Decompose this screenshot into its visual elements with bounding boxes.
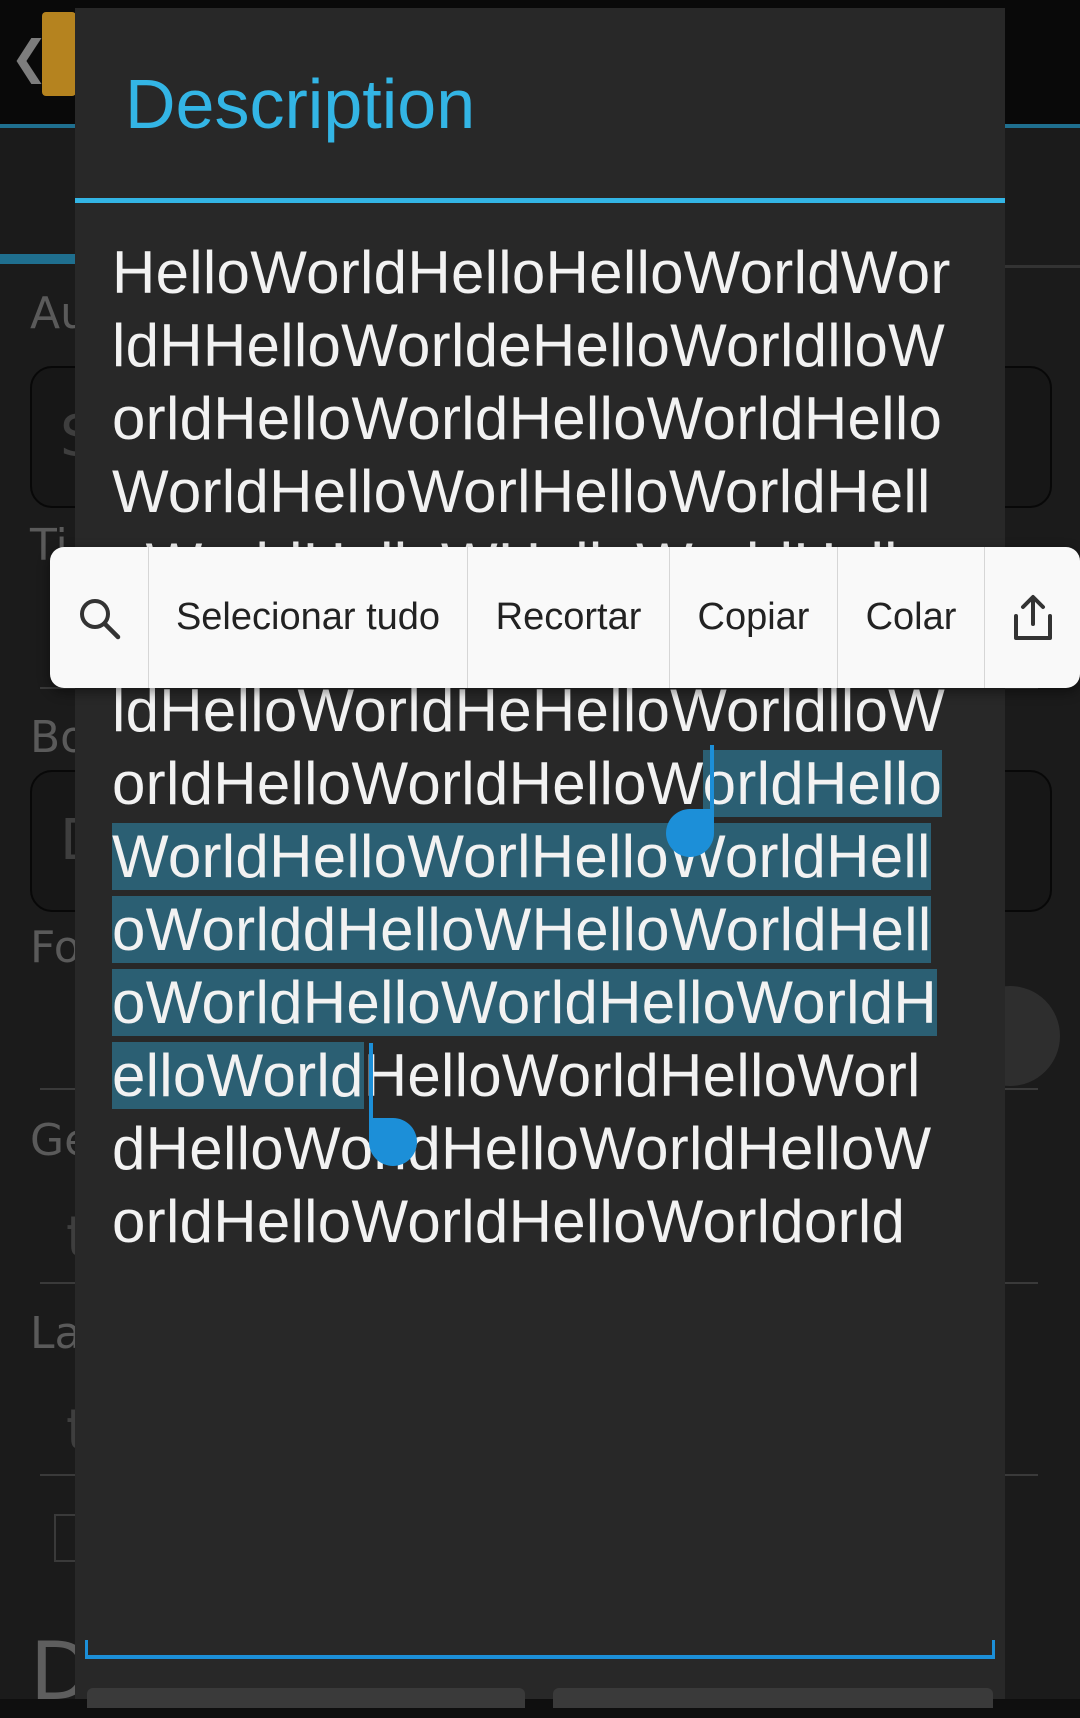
- share-icon: [1010, 594, 1056, 642]
- description-line: orldHelloWorldHelloWorldorld: [112, 1185, 982, 1258]
- selected-text: orldHello: [702, 750, 943, 817]
- description-text: ldHHelloWorldeHelloWorldlloW: [112, 312, 946, 379]
- description-line: WorldHelloWorlHelloWorldHell: [112, 820, 982, 893]
- input-underline: [85, 1655, 995, 1659]
- search-icon: [76, 595, 122, 641]
- description-text: orldHelloWorldHelloW: [112, 750, 703, 817]
- background-tab-divider: [1000, 265, 1080, 268]
- background-label-4: Fo: [30, 922, 81, 973]
- selection-end-cursor: [369, 1043, 373, 1118]
- selected-text: WorldHelloWorlHelloWorldHell: [112, 823, 931, 890]
- input-underline-right: [992, 1640, 995, 1658]
- description-text: dHelloWorldHelloWorldHelloW: [112, 1115, 932, 1182]
- selection-start-handle[interactable]: [666, 809, 714, 857]
- selected-text: elloWorld: [112, 1042, 364, 1109]
- app-logo-icon: [42, 12, 76, 96]
- cut-button[interactable]: Recortar: [468, 547, 670, 688]
- dialog-title: Description: [125, 65, 476, 143]
- background-tab-indicator: [0, 254, 80, 264]
- description-text: WorldHelloWorlHelloWorldHell: [112, 458, 931, 525]
- text-selection-toolbar: Selecionar tudo Recortar Copiar Colar: [50, 547, 1080, 688]
- selection-start-cursor: [710, 745, 714, 809]
- description-text: orldHelloWorldHelloWorldHello: [112, 385, 943, 452]
- description-line: orldHelloWorldHelloWorldHello: [112, 382, 982, 455]
- description-dialog: Description HelloWorldHelloHelloWorldWor…: [75, 8, 1005, 1708]
- selected-text: oWorldHelloWorldHelloWorldH: [112, 969, 938, 1036]
- selection-end-handle[interactable]: [369, 1118, 417, 1166]
- dialog-button-right[interactable]: [553, 1688, 993, 1708]
- description-line: oWorlddHelloWHelloWorldHell: [112, 893, 982, 966]
- description-line: ldHHelloWorldeHelloWorldlloW: [112, 309, 982, 382]
- select-all-button[interactable]: Selecionar tudo: [149, 547, 468, 688]
- description-text: HelloWorldHelloHelloWorldWor: [112, 239, 951, 306]
- description-line: HelloWorldHelloHelloWorldWor: [112, 236, 982, 309]
- description-text: HelloWorldHelloWorl: [363, 1042, 921, 1109]
- description-line: WorldHelloWorlHelloWorldHell: [112, 455, 982, 528]
- search-button[interactable]: [50, 547, 149, 688]
- description-line: dHelloWorldHelloWorldHelloW: [112, 1112, 982, 1185]
- background-label-6: La: [30, 1308, 82, 1359]
- share-button[interactable]: [985, 547, 1080, 688]
- copy-button[interactable]: Copiar: [670, 547, 838, 688]
- description-line: elloWorldHelloWorldHelloWorl: [112, 1039, 982, 1112]
- dialog-button-left[interactable]: [87, 1688, 525, 1708]
- selected-text: oWorlddHelloWHelloWorldHell: [112, 896, 932, 963]
- description-line: orldHelloWorldHelloWorldHello: [112, 747, 982, 820]
- paste-button[interactable]: Colar: [838, 547, 985, 688]
- description-line: oWorldHelloWorldHelloWorldH: [112, 966, 982, 1039]
- dialog-title-divider: [75, 198, 1005, 203]
- description-text-field[interactable]: HelloWorldHelloHelloWorldWor ldHHelloWorl…: [112, 236, 982, 1258]
- description-text: orldHelloWorldHelloWorldorld: [112, 1188, 906, 1255]
